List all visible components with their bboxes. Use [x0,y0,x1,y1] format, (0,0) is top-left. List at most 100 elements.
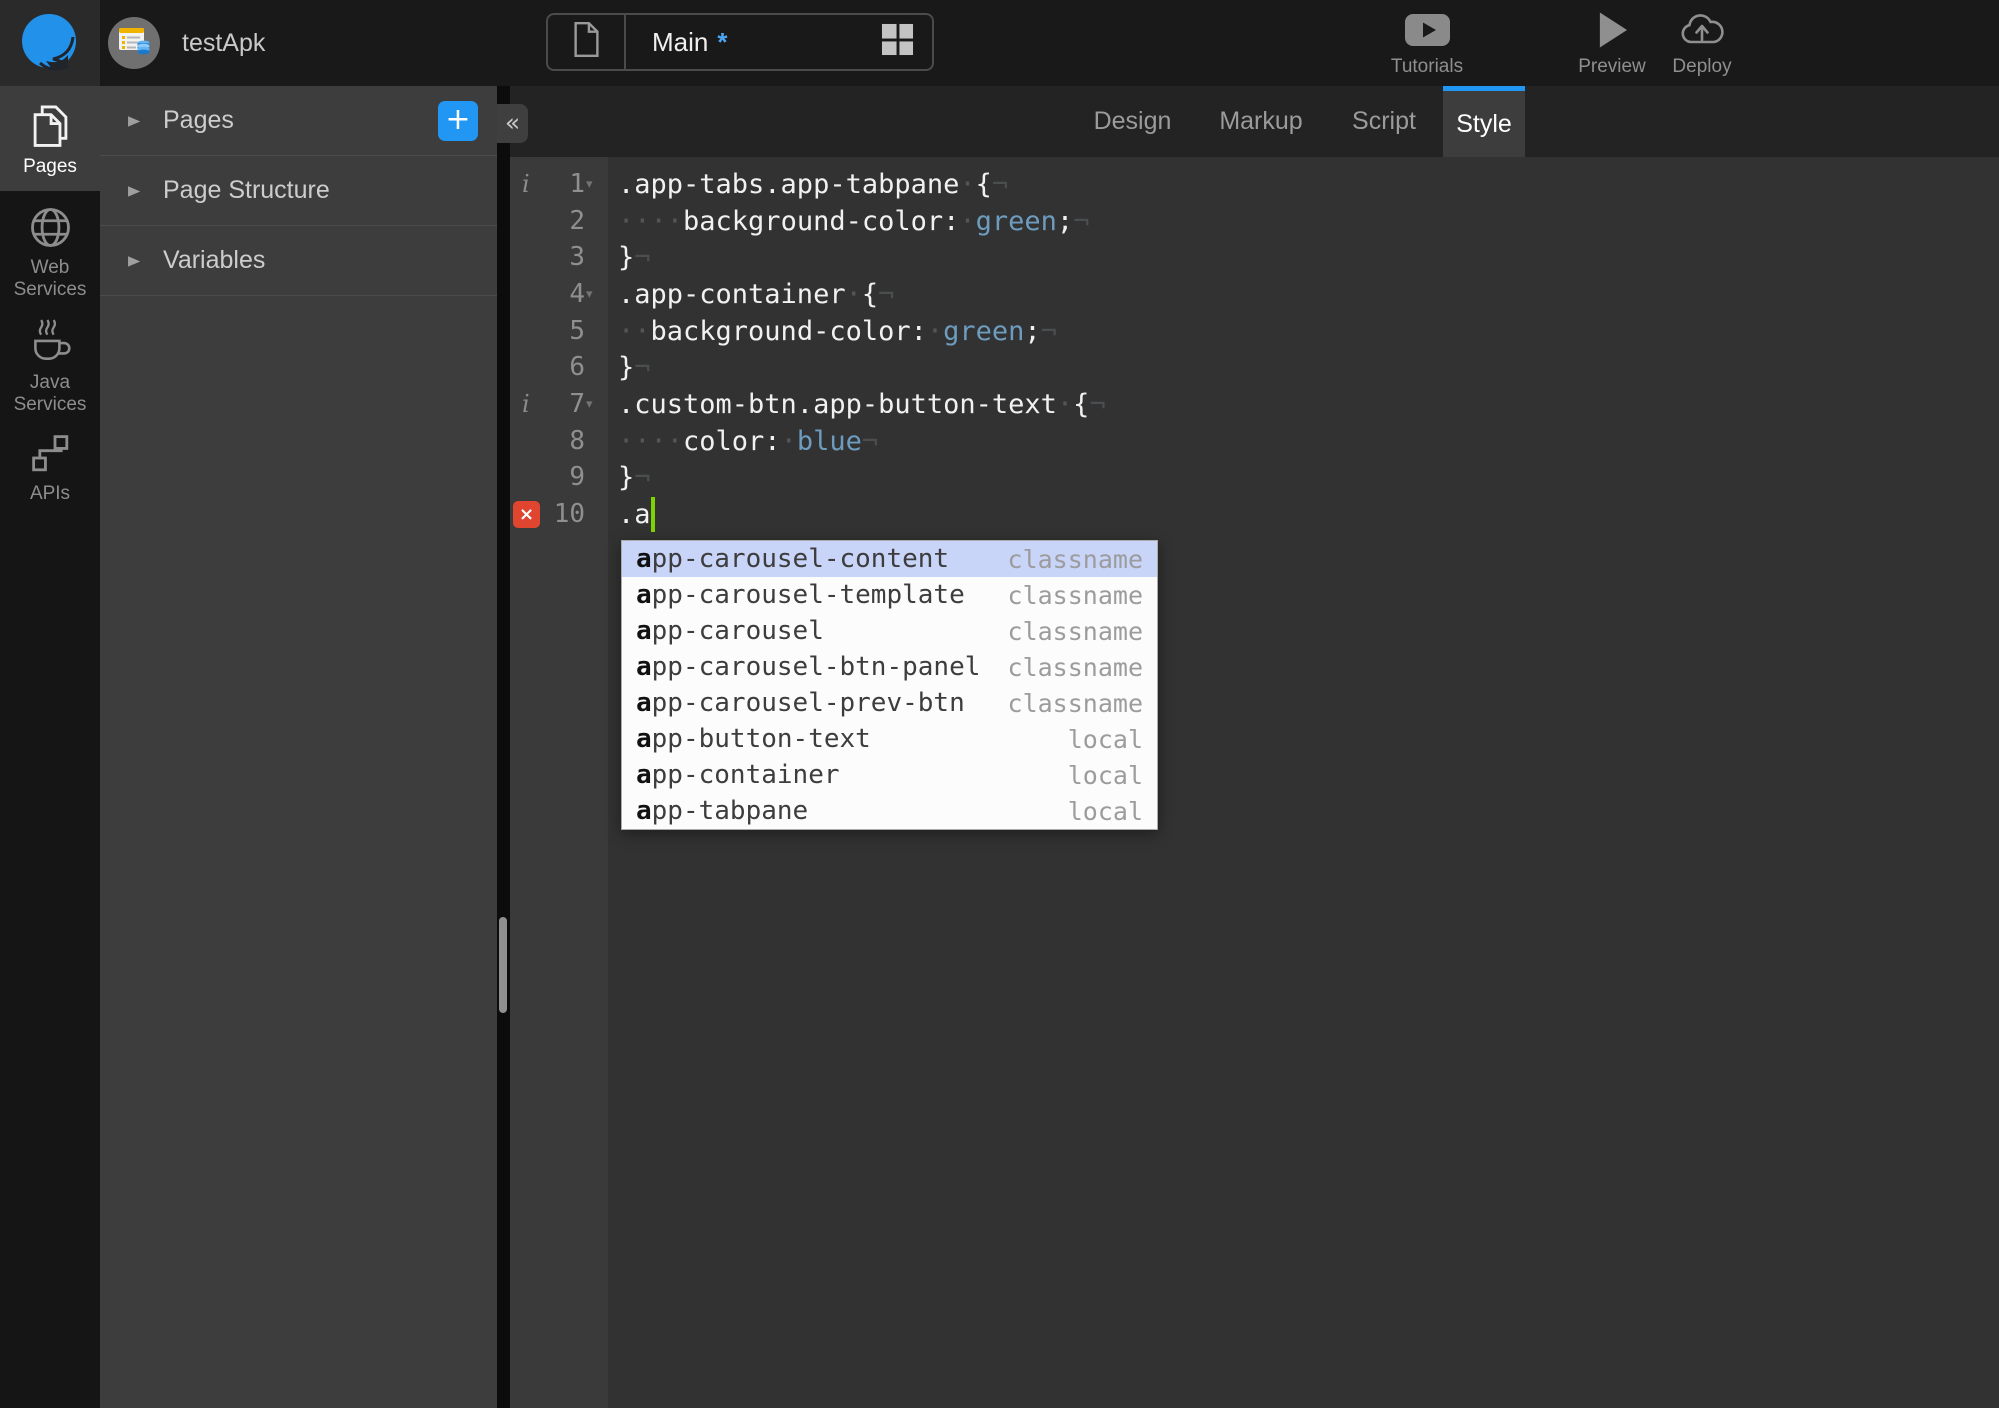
autocomplete-item-meta: classname [1007,580,1143,610]
gutter-row: 6 [510,349,608,386]
panel-section-label: Variables [163,246,266,274]
pages-icon [30,104,71,149]
rail-item-apis[interactable]: APIs [0,421,100,517]
gutter-row: 5 [510,313,608,350]
chevron-right-icon[interactable]: ▶ [128,252,140,268]
grid-icon [881,23,914,61]
document-icon [572,21,601,63]
line-number: 1 [569,169,585,199]
line-number: 2 [569,205,585,236]
topbar-action-tutorials[interactable]: Tutorials [1359,6,1495,78]
autocomplete-item[interactable]: app-carousel-template classname [622,577,1157,613]
panel-section-label: Page Structure [163,176,330,204]
panel-section-pages[interactable]: ▶ Pages + [100,86,497,156]
wavemaker-logo-icon [18,9,82,78]
rail-item-label: Java Services [13,372,87,416]
project-info: testApk [108,0,265,86]
autocomplete-item[interactable]: app-tabpane local [622,793,1157,829]
code-line[interactable]: ····background-color:·green;¬ [618,203,1089,240]
panel-splitter[interactable] [497,86,510,1408]
editor-gutter: i 1 ▾ 2 3 4 ▾ 5 6 i 7 ▾ 8 9 × 10 [510,157,608,1408]
gutter-row: × 10 [510,496,608,533]
panel-section-page-structure[interactable]: ▶ Page Structure [100,156,497,226]
code-line[interactable]: .custom-btn.app-button-text·{¬ [618,386,1106,423]
autocomplete-item[interactable]: app-carousel classname [622,613,1157,649]
tab-design[interactable]: Design [1070,86,1195,157]
gutter-row: i 7 ▾ [510,386,608,423]
rail-item-java-services[interactable]: Java Services [0,305,100,421]
info-annotation-icon: i [522,389,530,418]
tab-script[interactable]: Script [1330,86,1438,157]
rail-item-pages[interactable]: Pages [0,86,100,191]
topbar-action-label: Preview [1578,56,1646,77]
top-bar: testApk Main * Tutorials Preview Deploy [0,0,1999,86]
code-line[interactable]: }¬ [618,239,651,276]
topbar-action-preview[interactable]: Preview [1560,6,1664,78]
autocomplete-item-name: app-container [636,760,840,790]
autocomplete-item-meta: classname [1007,544,1143,574]
panel-scrollbar-thumb[interactable] [499,917,507,1013]
globe-icon [28,205,73,250]
autocomplete-item[interactable]: app-container local [622,757,1157,793]
autocomplete-item-name: app-carousel-prev-btn [636,688,965,718]
code-line[interactable]: }¬ [618,349,651,386]
line-number: 5 [569,315,585,346]
unsaved-marker: * [717,26,728,57]
autocomplete-item-meta: local [1067,724,1143,754]
autocomplete-item[interactable]: app-carousel-prev-btn classname [622,685,1157,721]
brand-logo[interactable] [0,0,100,86]
deploy-icon [1678,6,1726,54]
topbar-action-deploy[interactable]: Deploy [1650,6,1754,78]
code-line[interactable]: .a [618,496,651,533]
autocomplete-item-name: app-carousel-content [636,544,950,574]
editor-tab-bar: Design Markup Script Style [510,86,1999,157]
autocomplete-item[interactable]: app-button-text local [622,721,1157,757]
panel-section-variables[interactable]: ▶ Variables [100,226,497,296]
page-tab-doc-cell [548,15,626,69]
page-switcher-button[interactable] [881,23,914,61]
line-number: 9 [569,462,585,493]
gutter-row: 8 [510,423,608,460]
rail-item-label: Pages [23,156,77,177]
autocomplete-item-meta: classname [1007,688,1143,718]
chevron-right-icon[interactable]: ▶ [128,112,140,128]
gutter-row: 3 [510,239,608,276]
left-rail: Pages Web Services Java Services APIs [0,86,100,1408]
text-caret [650,496,655,532]
tutorials-icon [1404,6,1451,54]
line-number: 4 [569,278,585,309]
code-line[interactable]: ··background-color:·green;¬ [618,313,1057,350]
autocomplete-item-name: app-tabpane [636,796,809,826]
gutter-row: 9 [510,459,608,496]
page-tab-main[interactable]: Main * [546,13,934,71]
rail-item-label: Web Services [13,257,87,301]
tab-markup[interactable]: Markup [1200,86,1322,157]
chevron-right-icon[interactable]: ▶ [128,182,140,198]
autocomplete-item-meta: local [1067,796,1143,826]
fold-toggle-icon[interactable]: ▾ [586,166,593,203]
topbar-action-label: Tutorials [1390,56,1464,77]
code-line[interactable]: ····color:·blue¬ [618,423,878,460]
fold-toggle-icon[interactable]: ▾ [586,386,593,423]
preview-icon [1596,6,1629,54]
line-number: 8 [569,425,585,456]
code-line[interactable]: }¬ [618,459,651,496]
gutter-row: i 1 ▾ [510,166,608,203]
error-annotation-icon[interactable]: × [513,500,540,528]
code-line[interactable]: .app-container·{¬ [618,276,894,313]
info-annotation-icon: i [522,170,530,198]
autocomplete-item[interactable]: app-carousel-content classname [622,541,1157,577]
project-avatar[interactable] [108,17,160,69]
rail-item-label: APIs [29,483,71,504]
autocomplete-item[interactable]: app-carousel-btn-panel classname [622,649,1157,685]
collapse-panel-button[interactable]: « [497,104,528,143]
tab-style[interactable]: Style [1443,86,1525,157]
fold-toggle-icon[interactable]: ▾ [586,276,593,313]
line-number: 3 [569,242,585,273]
coffee-icon [26,319,74,365]
add-page-button[interactable]: + [438,101,478,141]
rail-item-web-services[interactable]: Web Services [0,191,100,305]
line-number: 7 [569,388,585,419]
code-line[interactable]: .app-tabs.app-tabpane·{¬ [618,166,1008,203]
gutter-row: 2 [510,203,608,240]
